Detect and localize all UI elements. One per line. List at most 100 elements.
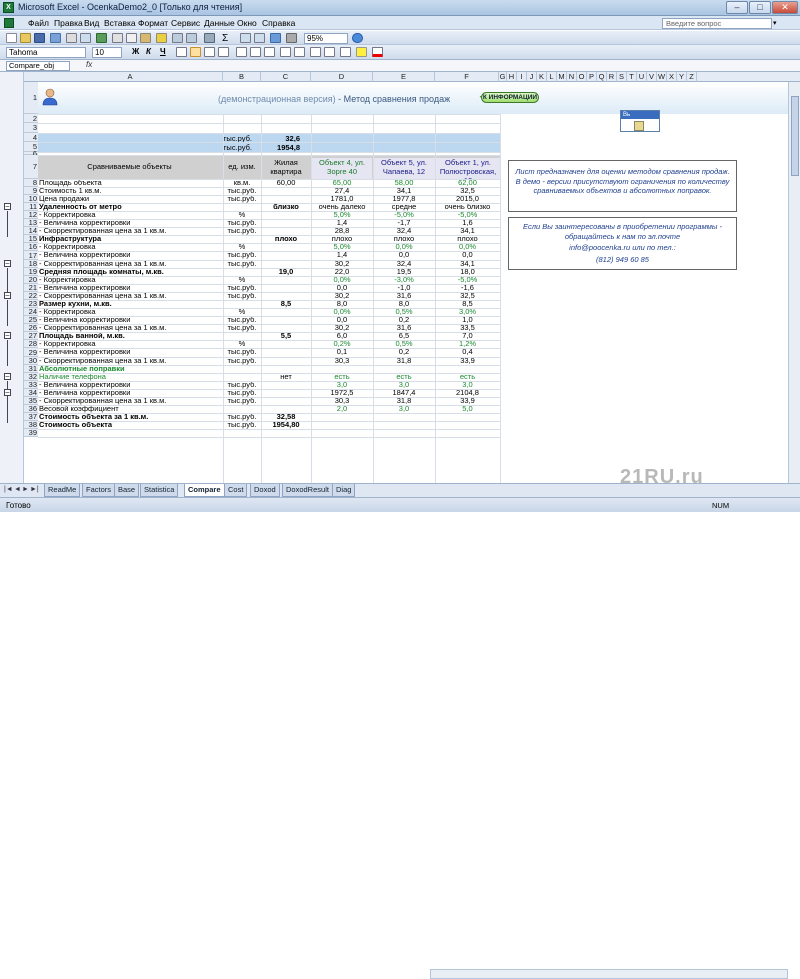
percent-icon[interactable] <box>250 47 261 57</box>
minimize-button[interactable]: – <box>726 1 748 14</box>
macro-toolbar-widget[interactable]: Вь <box>620 110 660 132</box>
row-header-16[interactable]: 16 <box>24 243 38 251</box>
cell-unit[interactable]: тыс.руб. <box>224 187 260 195</box>
cell-d[interactable]: 22,0 <box>312 268 372 276</box>
menu-insert[interactable]: Вставка <box>104 18 136 28</box>
fill-color-icon[interactable] <box>356 47 367 57</box>
cell-e[interactable]: 3,0 <box>374 381 434 389</box>
cell-e[interactable]: средне <box>374 203 434 211</box>
font-name-select[interactable]: Tahoma <box>6 47 86 58</box>
cell-e[interactable]: 6,5 <box>374 332 434 340</box>
cell-label[interactable]: - Скорректированная цена за 1 кв.м. <box>39 357 222 365</box>
info-button[interactable]: К ИНФОРМАЦИИ <box>481 92 539 103</box>
row-header-4[interactable]: 4 <box>24 133 38 142</box>
cell-e[interactable]: 0,2 <box>374 316 434 324</box>
menu-file[interactable]: Файл <box>28 18 49 28</box>
cell-e[interactable]: 0,0% <box>374 243 434 251</box>
cell-e[interactable]: есть <box>374 373 434 381</box>
save-icon[interactable] <box>34 33 45 43</box>
spelling-icon[interactable] <box>96 33 107 43</box>
cell-d[interactable]: 0,0% <box>312 308 372 316</box>
outline-collapse-button[interactable]: – <box>4 203 11 210</box>
cell-own[interactable]: 8,5 <box>262 300 310 308</box>
column-header-w[interactable]: W <box>657 72 667 82</box>
sort-asc-icon[interactable] <box>240 33 251 43</box>
cell-label[interactable]: - Корректировка <box>39 243 222 251</box>
column-header-d[interactable]: D <box>311 72 373 82</box>
cell-unit[interactable]: тыс.руб. <box>224 219 260 227</box>
cell-d[interactable]: 30,2 <box>312 324 372 332</box>
cell-d[interactable]: 30,2 <box>312 292 372 300</box>
column-header-n[interactable]: N <box>567 72 577 82</box>
cell-label[interactable]: - Скорректированная цена за 1 кв.м. <box>39 324 222 332</box>
cell-d[interactable]: 3,0 <box>312 381 372 389</box>
merge-center-icon[interactable] <box>218 47 229 57</box>
menu-format[interactable]: Формат <box>138 18 168 28</box>
cell-unit[interactable]: % <box>224 211 260 219</box>
column-header-y[interactable]: Y <box>677 72 687 82</box>
cell-label[interactable]: Наличие телефона <box>39 373 222 381</box>
cell-f[interactable]: 2104,8 <box>436 389 499 397</box>
cell-e[interactable]: 1977,8 <box>374 195 434 203</box>
cell-unit[interactable]: тыс.руб. <box>224 292 260 300</box>
cell-d[interactable]: очень далеко <box>312 203 372 211</box>
cell-d[interactable]: 6,0 <box>312 332 372 340</box>
cell-label[interactable]: Удаленность от метро <box>39 203 222 211</box>
horizontal-scrollbar[interactable] <box>430 969 788 979</box>
cell-label[interactable]: Весовой коэффициент <box>39 405 222 413</box>
cell-label[interactable]: - Величина корректировки <box>39 219 222 227</box>
cell-f[interactable]: 34,1 <box>436 227 499 235</box>
cell-d[interactable]: 2,0 <box>312 405 372 413</box>
drawing-icon[interactable] <box>286 33 297 43</box>
cell-unit[interactable]: % <box>224 276 260 284</box>
cell-unit[interactable]: тыс.руб. <box>224 397 260 405</box>
cell-f[interactable]: 1,0 <box>436 316 499 324</box>
outline-collapse-button[interactable]: – <box>4 332 11 339</box>
cell-e[interactable]: 0,2 <box>374 348 434 356</box>
cell-e[interactable]: 31,8 <box>374 357 434 365</box>
outline-collapse-button[interactable]: – <box>4 389 11 396</box>
cell-d[interactable]: 8,0 <box>312 300 372 308</box>
cell-label[interactable]: - Величина корректировки <box>39 389 222 397</box>
cell-own[interactable]: близко <box>262 203 310 211</box>
cell-d[interactable]: 30,3 <box>312 357 372 365</box>
prev-sheet-icon[interactable]: ◄ <box>14 486 21 493</box>
column-header-x[interactable]: X <box>667 72 677 82</box>
cell-d[interactable]: 5,0% <box>312 211 372 219</box>
cell-label[interactable]: - Скорректированная цена за 1 кв.м. <box>39 260 222 268</box>
cell-f[interactable]: очень близко <box>436 203 499 211</box>
maximize-button[interactable]: □ <box>749 1 771 14</box>
cell-unit[interactable]: тыс.руб. <box>224 413 260 421</box>
outline-collapse-button[interactable]: – <box>4 260 11 267</box>
column-header-v[interactable]: V <box>647 72 657 82</box>
cell-label[interactable]: - Величина корректировки <box>39 316 222 324</box>
cell-own[interactable]: 5,5 <box>262 332 310 340</box>
sort-desc-icon[interactable] <box>254 33 265 43</box>
cell-label[interactable]: - Корректировка <box>39 276 222 284</box>
cell-d[interactable]: 1,4 <box>312 251 372 259</box>
cell-e[interactable]: -1,0 <box>374 284 434 292</box>
cell-own[interactable]: плохо <box>262 235 310 243</box>
menu-edit[interactable]: Правка <box>54 18 83 28</box>
cell-label[interactable]: Площадь ванной, м.кв. <box>39 332 222 340</box>
align-center-icon[interactable] <box>190 47 201 57</box>
cell-f[interactable]: плохо <box>436 235 499 243</box>
cell-own[interactable]: 32,58 <box>262 413 310 421</box>
help-icon[interactable] <box>352 33 363 43</box>
cell-f[interactable]: 18,0 <box>436 268 499 276</box>
cell-e[interactable]: 32,4 <box>374 227 434 235</box>
cell-own[interactable]: 19,0 <box>262 268 310 276</box>
cell-unit[interactable]: тыс.руб. <box>224 357 260 365</box>
menu-data[interactable]: Данные <box>204 18 235 28</box>
cell-f[interactable]: 0,0 <box>436 251 499 259</box>
cell-d[interactable]: 65,00 <box>312 179 372 187</box>
row-header-7[interactable]: 7 <box>24 155 38 179</box>
sheet-tab-statistica[interactable]: Statistica <box>140 484 179 497</box>
cell-unit[interactable]: тыс.руб. <box>224 227 260 235</box>
cell-label[interactable]: Цена продажи <box>39 195 222 203</box>
cell-f[interactable]: 5,0 <box>436 405 499 413</box>
vertical-scrollbar[interactable] <box>788 82 800 483</box>
outline-collapse-button[interactable]: – <box>4 292 11 299</box>
sheet-tab-compare[interactable]: Compare <box>184 484 225 497</box>
copy-icon[interactable] <box>126 33 137 43</box>
